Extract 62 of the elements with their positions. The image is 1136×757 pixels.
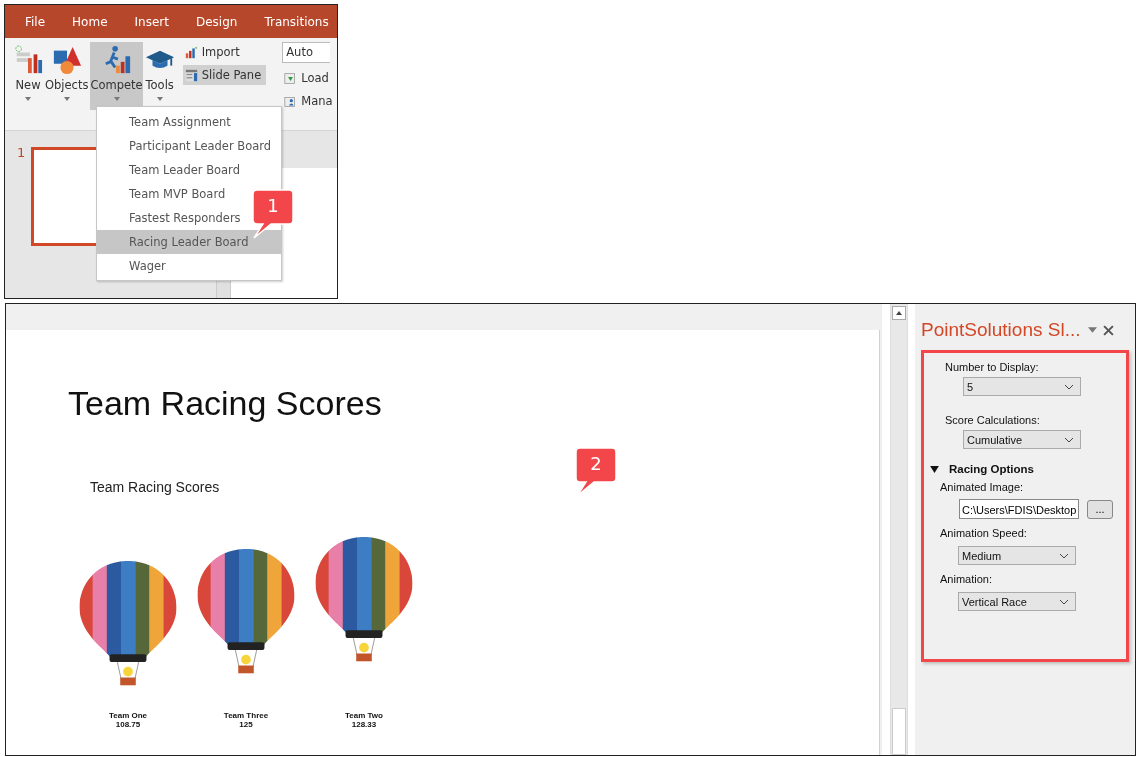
team-score: 108.75: [115, 720, 141, 729]
team-score: 125: [239, 720, 253, 729]
menu-item[interactable]: Team Assignment: [97, 110, 281, 134]
chevron-down-icon: [1064, 436, 1074, 443]
pane-icon: [184, 68, 198, 82]
ribbon-tab[interactable]: Insert: [134, 12, 169, 31]
pane-title: PointSolutions Sl...: [921, 319, 1081, 341]
dropdown-field[interactable]: 5: [963, 377, 1081, 396]
field-label: Score Calculations:: [945, 414, 1041, 426]
close-icon[interactable]: [1103, 324, 1115, 336]
team-score: 128.33: [351, 720, 377, 729]
menu-item[interactable]: Wager: [97, 254, 281, 278]
person-icon: [284, 94, 298, 108]
browse-button[interactable]: ...: [1087, 499, 1113, 519]
field-label: Number to Display:: [945, 361, 1040, 373]
ribbon-tab[interactable]: Home: [72, 12, 108, 31]
combo-box[interactable]: Auto: [282, 42, 331, 63]
ribbon-button[interactable]: Objects: [45, 42, 89, 110]
section-heading: Racing Options: [949, 463, 1034, 475]
caret-icon: [113, 97, 120, 101]
bar-chart-icon: [184, 45, 198, 59]
shapes-icon: [51, 45, 82, 75]
bar-chart-icon: [13, 45, 43, 75]
chevron-down-icon: [1059, 598, 1069, 605]
chart-title: Team Racing Scores: [90, 479, 221, 495]
chevron-down-icon: [1059, 552, 1069, 559]
ribbon-tab[interactable]: Design: [195, 12, 238, 31]
scroll-bar[interactable]: [890, 304, 908, 755]
ribbon-button[interactable]: Slide Pane: [182, 65, 267, 85]
caret-icon: [63, 97, 70, 101]
field-label: Animation:: [940, 573, 993, 585]
chevron-down-icon: [1064, 383, 1074, 390]
dropdown-field[interactable]: Cumulative: [963, 430, 1081, 449]
field-label: Animated Image:: [940, 481, 1025, 493]
menu-item[interactable]: Team Leader Board: [97, 158, 281, 182]
caret-icon: [25, 97, 31, 101]
menu-item[interactable]: Participant Leader Board: [97, 134, 281, 158]
dropdown-field[interactable]: Medium: [958, 546, 1076, 565]
team-name: Team Two: [345, 711, 383, 720]
team-name: Team Three: [223, 711, 269, 720]
download-icon: [284, 71, 298, 85]
field-label: Animation Speed:: [940, 527, 1028, 539]
slide-number: 1: [17, 145, 26, 162]
ribbon-button[interactable]: Load: [282, 68, 338, 88]
dropdown-caret-icon[interactable]: [1088, 327, 1098, 333]
ribbon-tab[interactable]: File: [25, 12, 46, 31]
dropdown-field[interactable]: Vertical Race: [958, 592, 1076, 611]
ribbon-button[interactable]: Mana: [282, 91, 338, 111]
callout-tooltip: 1: [251, 188, 295, 240]
ribbon-button[interactable]: New: [13, 42, 43, 110]
ribbon-tab[interactable]: Transitions: [264, 12, 329, 31]
ribbon-button[interactable]: Tools: [144, 42, 175, 110]
menu-item[interactable]: Racing Leader Board: [97, 230, 281, 254]
expand-triangle-icon[interactable]: [930, 465, 939, 473]
team-name: Team One: [108, 711, 148, 720]
ribbon-button[interactable]: Import: [182, 42, 267, 62]
ribbon-button[interactable]: Compete: [90, 42, 143, 110]
slide-title: Team Racing Scores: [68, 384, 383, 423]
caret-icon: [156, 97, 163, 101]
scroll-thumb[interactable]: [892, 708, 906, 755]
scroll-up-icon[interactable]: [892, 306, 906, 320]
file-path-field[interactable]: C:\Users\FDIS\Desktop: [959, 499, 1079, 519]
